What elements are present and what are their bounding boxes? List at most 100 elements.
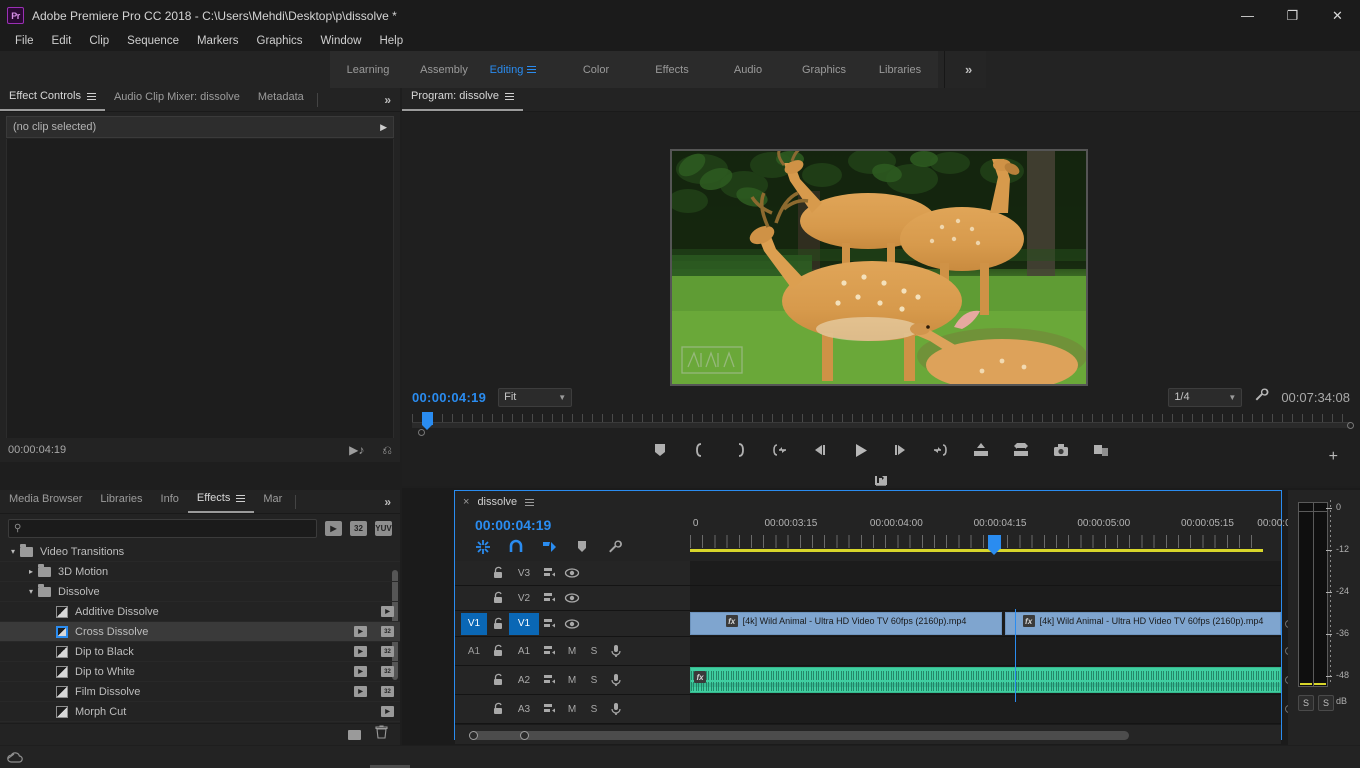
play-audio-icon[interactable]: ▶♪ [349, 443, 364, 458]
export-frame-icon[interactable] [1050, 439, 1072, 461]
comparison-view-icon[interactable] [1090, 439, 1112, 461]
close-icon[interactable]: × [463, 496, 469, 508]
lift-icon[interactable] [970, 439, 992, 461]
close-icon[interactable]: ✕ [1315, 0, 1360, 31]
audio-meter-solo-button-2[interactable]: S [1318, 695, 1334, 711]
workspace-tab-learning[interactable]: Learning [330, 51, 406, 88]
tab-audio-clip-mixer-dissolve[interactable]: Audio Clip Mixer: dissolve [105, 88, 249, 111]
workspace-tab-assembly[interactable]: Assembly [406, 51, 482, 88]
minimize-icon[interactable]: — [1225, 0, 1270, 31]
program-playhead[interactable] [422, 412, 433, 430]
track-lane-a3[interactable] [690, 695, 1293, 723]
track-header-v2[interactable]: V2 [455, 586, 690, 610]
source-patch-v3[interactable] [461, 562, 487, 584]
track-lock-icon[interactable] [487, 617, 509, 631]
menu-item-sequence[interactable]: Sequence [118, 33, 188, 49]
toggle-track-output-eye-icon[interactable] [561, 615, 583, 633]
track-lock-icon[interactable] [487, 702, 509, 716]
solo-track-button[interactable]: S [583, 700, 605, 718]
timeline-ruler[interactable]: 0 00:00:03:15 00:00:04:00 00:00:04:15 00:00:… [690, 513, 1296, 561]
effects-item-row[interactable]: Film Dissolve ▶ 32 [0, 682, 400, 702]
add-marker-icon[interactable] [650, 439, 672, 461]
tab-effect-controls[interactable]: Effect Controls [0, 88, 105, 111]
audio-meter-bars[interactable] [1298, 502, 1328, 687]
track-lane-v1[interactable]: fx [4k] Wild Animal - Ultra HD Video TV 6… [690, 611, 1293, 636]
accelerated-effects-filter-icon[interactable]: ▶ [325, 521, 342, 536]
audio-meter-solo-button-1[interactable]: S [1298, 695, 1314, 711]
workspace-overflow-icon[interactable]: » [951, 62, 986, 77]
track-lock-icon[interactable] [487, 644, 509, 658]
tabbar-overflow-icon[interactable]: » [375, 495, 400, 513]
effects-folder-row[interactable]: ▾ Dissolve [0, 582, 400, 602]
source-patch-a2[interactable] [461, 669, 487, 691]
track-lane-a1[interactable] [690, 637, 1293, 665]
workspace-tab-effects[interactable]: Effects [634, 51, 710, 88]
sequence-tab-label[interactable]: dissolve [477, 496, 517, 508]
program-monitor-video-frame[interactable] [670, 149, 1088, 386]
tab-libraries[interactable]: Libraries [91, 490, 151, 513]
linked-selection-icon[interactable] [508, 539, 524, 555]
track-name-v2[interactable]: V2 [509, 587, 539, 609]
track-lane-a2[interactable]: fx [690, 666, 1293, 694]
panel-menu-icon[interactable] [505, 92, 515, 100]
track-header-a1[interactable]: A1 A1 M S [455, 637, 690, 665]
effects-tree[interactable]: ▾ Video Transitions ▸ 3D Motion ▾ Dissolve Add… [0, 542, 400, 737]
go-to-out-icon[interactable] [930, 439, 952, 461]
mute-track-button[interactable]: M [561, 700, 583, 718]
effects-item-row[interactable]: Cross Dissolve ▶ 32 [0, 622, 400, 642]
tab-program-dissolve[interactable]: Program: dissolve [402, 88, 524, 111]
timeline-zoom-bar[interactable] [469, 731, 1129, 740]
panel-menu-icon[interactable] [525, 498, 535, 506]
menu-item-window[interactable]: Window [312, 33, 371, 49]
track-lock-icon[interactable] [487, 566, 509, 580]
marker-icon[interactable] [574, 539, 590, 555]
search-input-wrapper[interactable]: ⚲ [8, 519, 317, 538]
track-lane-v2[interactable] [690, 586, 1281, 610]
tab-effects[interactable]: Effects [187, 490, 255, 513]
workspace-menu-icon[interactable] [523, 66, 550, 73]
go-to-in-icon[interactable] [770, 439, 792, 461]
disclosure-chevron-icon[interactable]: ▾ [24, 587, 38, 596]
extract-icon[interactable] [1010, 439, 1032, 461]
workspace-tab-libraries[interactable]: Libraries [862, 51, 938, 88]
zoom-level-select[interactable]: Fit ▼ [498, 387, 573, 407]
play-stop-icon[interactable] [850, 439, 872, 461]
track-name-a3[interactable]: A3 [509, 698, 539, 720]
track-lane-v3[interactable] [690, 561, 1281, 585]
solo-track-button[interactable]: S [583, 671, 605, 689]
effects-item-row[interactable]: Dip to White ▶ 32 [0, 662, 400, 682]
panel-menu-icon[interactable] [236, 494, 246, 502]
track-header-a3[interactable]: A3 M S [455, 695, 690, 723]
menu-item-file[interactable]: File [6, 33, 43, 49]
disclosure-chevron-icon[interactable]: ▾ [6, 547, 20, 556]
menu-item-edit[interactable]: Edit [43, 33, 81, 49]
settings-wrench-icon[interactable] [1254, 387, 1269, 407]
mute-track-button[interactable]: M [561, 642, 583, 660]
mark-out-icon[interactable] [730, 439, 752, 461]
button-editor-plus-icon[interactable]: + [1329, 448, 1338, 466]
panel-menu-icon[interactable] [86, 92, 96, 100]
mute-track-button[interactable]: M [561, 671, 583, 689]
zoom-handle-left[interactable] [469, 731, 478, 740]
source-patch-v1[interactable]: V1 [461, 612, 487, 635]
restore-icon[interactable]: ❐ [1270, 0, 1315, 31]
menu-item-help[interactable]: Help [370, 33, 412, 49]
sync-lock-icon[interactable] [539, 700, 561, 718]
effects-item-row[interactable]: Additive Dissolve ▶ [0, 602, 400, 622]
sync-lock-icon[interactable] [539, 564, 561, 582]
track-header-a2[interactable]: A2 M S [455, 666, 690, 694]
no-clip-selected-row[interactable]: (no clip selected) ▶ [6, 116, 394, 138]
voice-record-mic-icon[interactable] [605, 700, 627, 718]
search-input[interactable] [26, 522, 311, 535]
voice-record-mic-icon[interactable] [605, 671, 627, 689]
timeline-horizontal-scrollbar[interactable] [455, 724, 1281, 744]
program-scrubber[interactable] [412, 412, 1354, 436]
effects-folder-row[interactable]: ▾ Video Transitions [0, 542, 400, 562]
track-lock-icon[interactable] [487, 673, 509, 687]
track-lock-icon[interactable] [487, 591, 509, 605]
zoom-handle-right[interactable] [520, 731, 529, 740]
solo-track-button[interactable]: S [583, 642, 605, 660]
yuv-filter-icon[interactable]: YUV [375, 521, 392, 536]
creative-cloud-icon[interactable] [6, 751, 23, 764]
effects-item-row[interactable]: Dip to Black ▶ 32 [0, 642, 400, 662]
